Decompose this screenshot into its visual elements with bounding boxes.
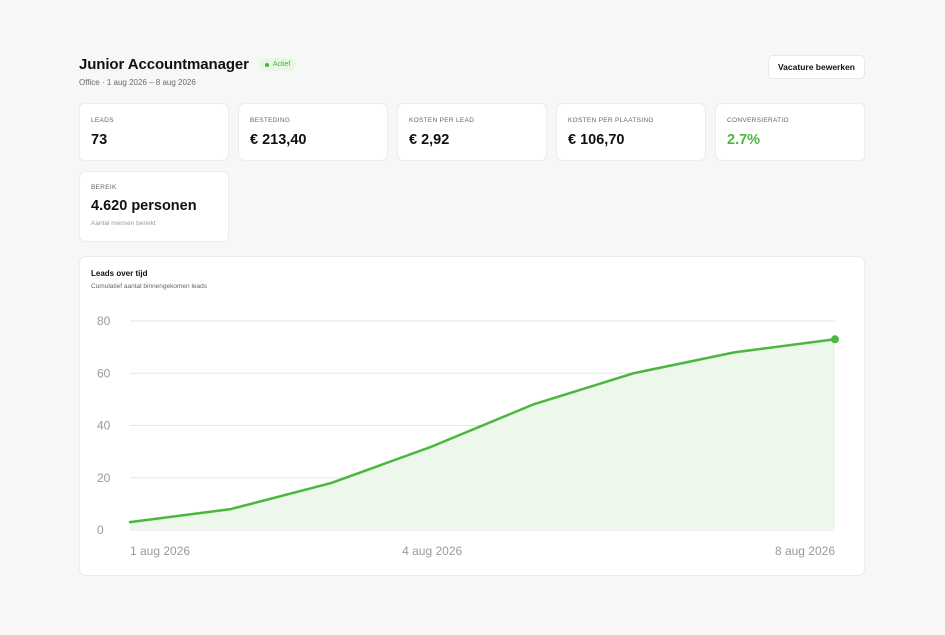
kpi-card-spend: BESTEDING € 213,40 [238, 103, 388, 161]
edit-vacancy-button[interactable]: Vacature bewerken [767, 55, 865, 79]
status-badge-label: Actief [272, 61, 291, 68]
kpi-card-leads: LEADS 73 [79, 103, 229, 161]
kpi-card-cost-per-lead: KOSTEN PER LEAD € 2,92 [397, 103, 547, 161]
x-tick-label: 1 aug 2026 [130, 544, 190, 558]
kpi-label: BESTEDING [250, 117, 291, 124]
series-area [130, 339, 835, 530]
kpi-card-cost-per-placement: KOSTEN PER PLAATSING € 106,70 [556, 103, 706, 161]
last-data-point [831, 335, 839, 344]
kpi-value: € 213,40 [250, 132, 307, 148]
y-tick-label: 80 [97, 314, 111, 328]
leads-chart-card: Leads over tijd Cumulatief aantal binnen… [79, 256, 865, 576]
kpi-label: KOSTEN PER PLAATSING [568, 117, 654, 124]
kpi-card-reach: BEREIK 4.620 personen Aantal mensen bere… [79, 171, 229, 242]
kpi-label: BEREIK [91, 184, 117, 191]
page-header: Junior Accountmanager Actief Office · 1 … [79, 55, 865, 92]
kpi-value: 73 [91, 132, 108, 148]
y-tick-label: 40 [97, 419, 111, 433]
page-subtitle: Office · 1 aug 2026 – 8 aug 2026 [79, 78, 196, 87]
y-tick-label: 60 [97, 366, 111, 380]
kpi-card-conversion: CONVERSIERATIO 2.7% [715, 103, 865, 161]
status-dot-icon [264, 62, 269, 67]
kpi-value: 4.620 personen [91, 198, 197, 214]
y-tick-label: 0 [97, 523, 104, 537]
kpi-note: Aantal mensen bereikt [91, 220, 156, 227]
kpi-value: € 2,92 [409, 132, 450, 148]
leads-area-chart: 0 20 40 60 80 1 aug 2026 4 aug 2026 8 aug 2026 [97, 314, 839, 558]
x-tick-label: 4 aug 2026 [402, 544, 462, 558]
kpi-value: 2.7% [727, 132, 761, 148]
x-tick-label: 8 aug 2026 [775, 544, 835, 558]
kpi-label: CONVERSIERATIO [727, 117, 789, 124]
kpi-value: € 106,70 [568, 132, 625, 148]
page-title: Junior Accountmanager [79, 56, 249, 73]
kpi-label: LEADS [91, 117, 114, 124]
kpi-label: KOSTEN PER LEAD [409, 117, 475, 124]
y-tick-label: 20 [97, 471, 111, 485]
status-badge: Actief [258, 58, 297, 71]
